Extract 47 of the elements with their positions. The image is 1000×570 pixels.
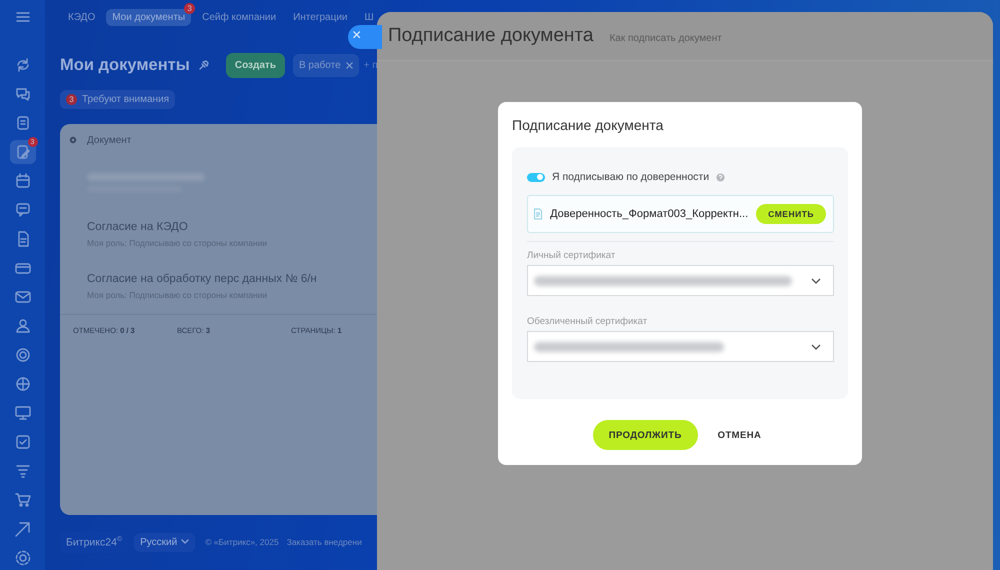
nav-tab[interactable]: Интеграции bbox=[287, 8, 354, 26]
notification-badge: 3 bbox=[184, 2, 196, 14]
close-icon[interactable] bbox=[346, 62, 353, 68]
settings-icon[interactable] bbox=[68, 135, 78, 145]
help-icon[interactable] bbox=[716, 172, 726, 182]
settings-icon bbox=[14, 549, 32, 567]
cart-icon bbox=[14, 491, 32, 509]
order-link[interactable]: Заказать внедрени bbox=[286, 537, 362, 548]
ring-icon bbox=[14, 346, 32, 364]
attention-filter[interactable]: 3 Требуют внимания bbox=[60, 90, 176, 109]
pin-icon[interactable] bbox=[198, 59, 210, 71]
continue-button[interactable]: ПРОДОЛЖИТЬ bbox=[592, 420, 698, 450]
chevron-icon bbox=[811, 278, 821, 284]
copyright-text: © «Битрикс», 2025 bbox=[205, 537, 279, 548]
page-title: Мои документы bbox=[60, 56, 190, 74]
toggle-label: Я подписываю по доверенности bbox=[552, 171, 710, 183]
chevron-icon bbox=[811, 344, 821, 350]
field-label: Обезличенный сертификат bbox=[527, 316, 648, 327]
certificate-select[interactable] bbox=[527, 265, 834, 296]
certificate-select[interactable] bbox=[527, 331, 834, 362]
nav-tab[interactable]: Сейф компании bbox=[196, 8, 282, 26]
people-icon bbox=[14, 317, 32, 335]
language-select[interactable]: Русский bbox=[134, 532, 196, 552]
filter-chip[interactable]: В работе bbox=[292, 54, 359, 76]
arrow-icon bbox=[14, 520, 32, 538]
create-button[interactable]: Создать bbox=[226, 52, 285, 78]
help-link[interactable]: Как подписать документ bbox=[609, 32, 722, 44]
calendar-icon bbox=[14, 172, 32, 190]
slider-title: Подписание документа bbox=[388, 25, 594, 47]
monitor-icon bbox=[14, 404, 32, 422]
cancel-button[interactable]: ОТМЕНА bbox=[712, 428, 768, 442]
toggle-switch[interactable] bbox=[527, 172, 545, 182]
caret-icon bbox=[181, 539, 190, 546]
chat-bubble-icon bbox=[14, 201, 32, 219]
field-label: Личный сертификат bbox=[527, 250, 616, 261]
dialog-title: Подписание документа bbox=[512, 117, 664, 133]
change-button[interactable]: СМЕНИТЬ bbox=[756, 204, 826, 224]
close-button[interactable]: × bbox=[348, 25, 382, 49]
file-name: Доверенность_Формат003_Корректн... bbox=[550, 208, 748, 220]
checkbox-icon bbox=[14, 433, 32, 451]
search-field[interactable]: + п bbox=[364, 60, 378, 70]
count-badge: 3 bbox=[66, 94, 77, 105]
globe-icon bbox=[14, 375, 32, 393]
nav-tab[interactable]: Ш bbox=[358, 8, 380, 26]
attention-label: Требуют внимания bbox=[82, 94, 170, 105]
nav-tab[interactable]: КЭДО bbox=[62, 8, 102, 26]
column-header: Документ bbox=[87, 134, 132, 146]
